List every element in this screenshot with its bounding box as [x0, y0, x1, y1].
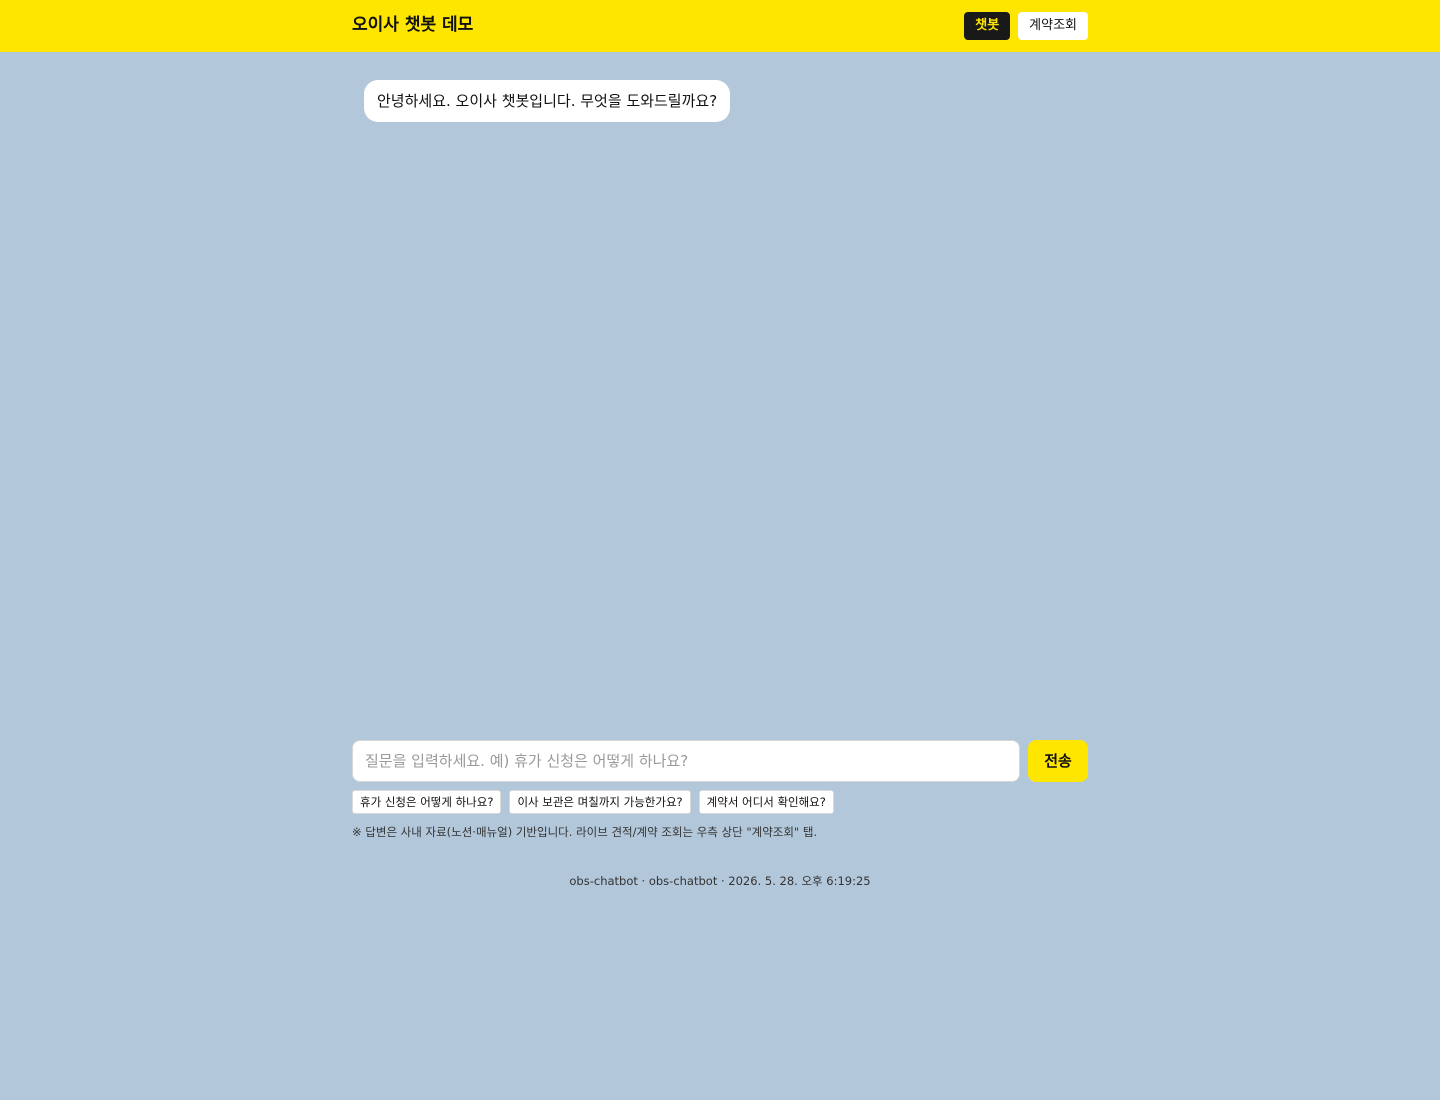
suggestion-chip-vacation[interactable]: 휴가 신청은 어떻게 하나요?: [352, 790, 502, 814]
chat-message-area: 안녕하세요. 오이사 챗봇입니다. 무엇을 도와드릴까요?: [352, 52, 1088, 720]
chat-input[interactable]: [352, 740, 1020, 782]
suggestion-chip-contract[interactable]: 계약서 어디서 확인해요?: [698, 790, 834, 814]
footer-status: obs-chatbot · obs-chatbot · 2026. 5. 28.…: [569, 874, 871, 888]
tab-contract-lookup[interactable]: 계약조회: [1018, 12, 1088, 40]
tab-nav: 챗봇 계약조회: [964, 12, 1088, 40]
top-bar-inner: 오이사 챗봇 데모 챗봇 계약조회: [352, 0, 1088, 52]
suggestion-chip-storage[interactable]: 이사 보관은 며칠까지 가능한가요?: [509, 790, 691, 814]
tab-chatbot[interactable]: 챗봇: [964, 12, 1011, 40]
send-button[interactable]: 전송: [1028, 740, 1088, 782]
top-bar: 오이사 챗봇 데모 챗봇 계약조회: [0, 0, 1440, 52]
suggestion-chips: 휴가 신청은 어떻게 하나요? 이사 보관은 며칠까지 가능한가요? 계약서 어…: [352, 790, 834, 814]
chat-composer: 전송: [352, 740, 1088, 782]
bot-message-bubble: 안녕하세요. 오이사 챗봇입니다. 무엇을 도와드릴까요?: [364, 80, 731, 122]
app-title: 오이사 챗봇 데모: [352, 15, 474, 35]
answer-source-notice: ※ 답변은 사내 자료(노션·매뉴얼) 기반입니다. 라이브 견적/계약 조회는…: [352, 825, 818, 839]
